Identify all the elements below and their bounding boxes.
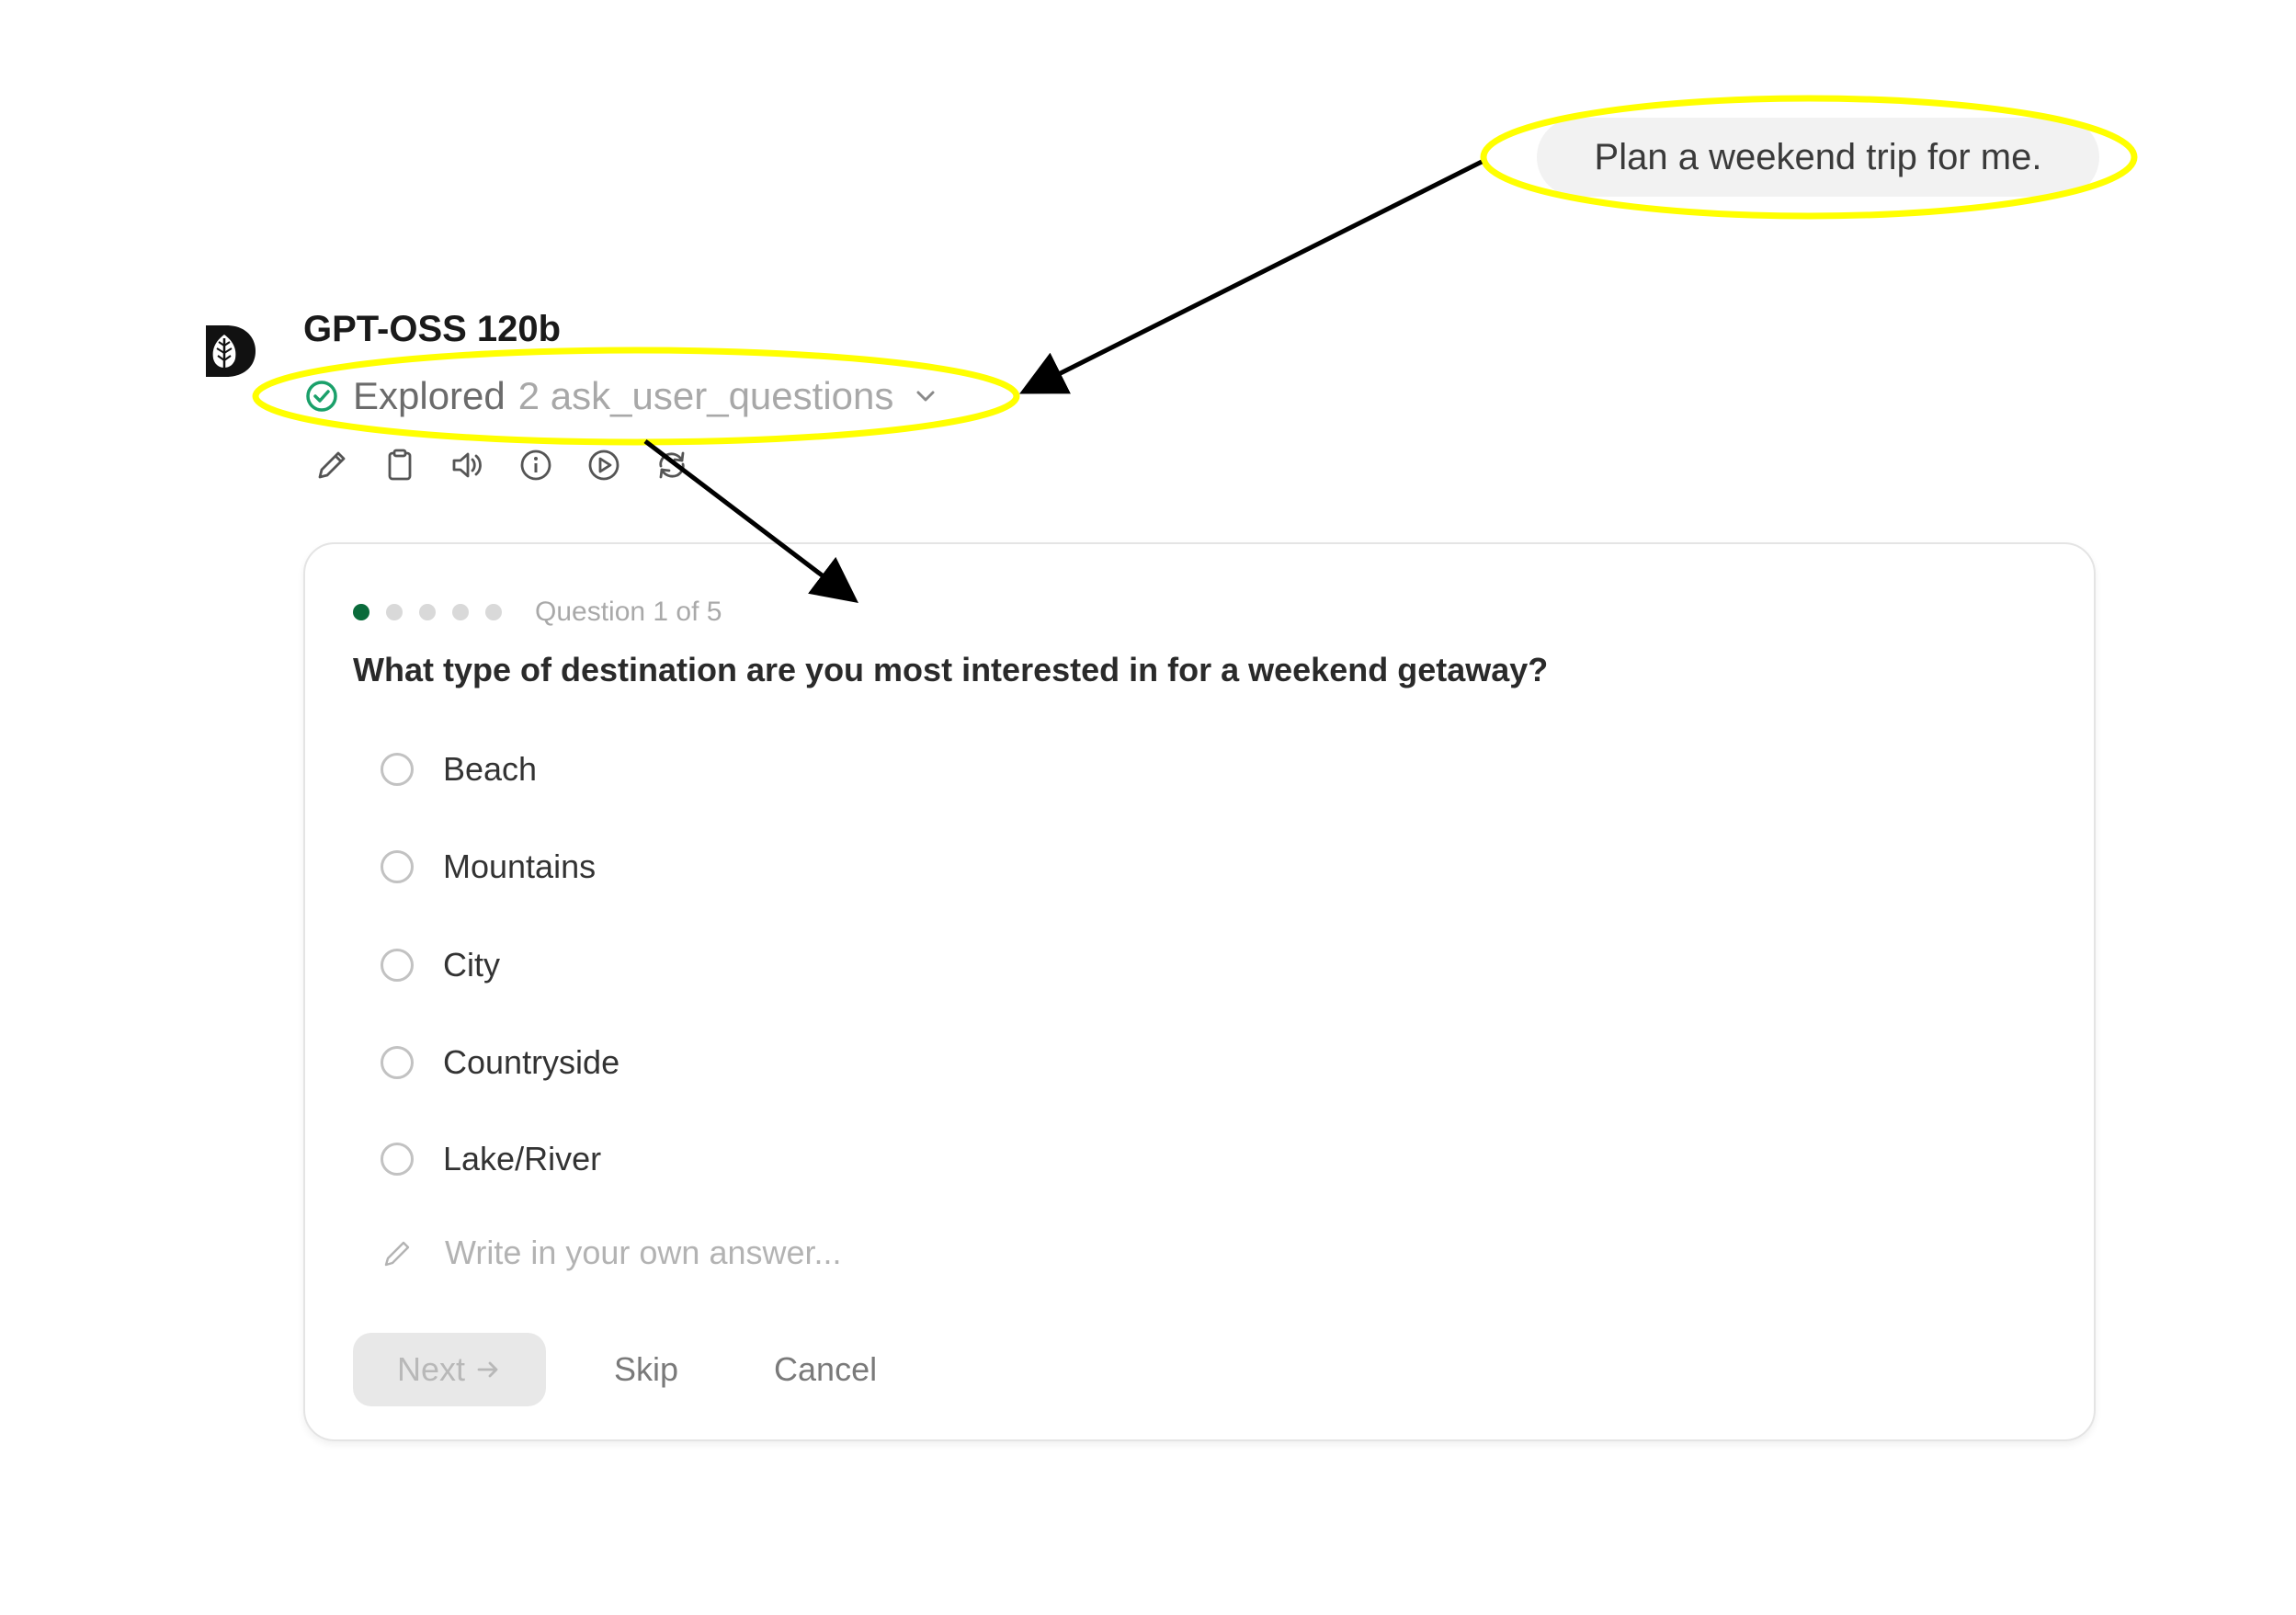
option-label: Countryside xyxy=(443,1043,620,1081)
ask-user-question-card: Question 1 of 5 What type of destination… xyxy=(303,542,2096,1441)
user-message-bubble: Plan a weekend trip for me. xyxy=(1537,118,2099,197)
pencil-icon xyxy=(384,1241,410,1267)
own-answer-input[interactable] xyxy=(445,1234,1272,1272)
option-label: Lake/River xyxy=(443,1140,602,1177)
model-logo-icon xyxy=(204,324,257,379)
explored-detail: 2 ask_user_questions xyxy=(517,374,894,417)
check-circle-icon xyxy=(306,381,337,412)
option-lake-river[interactable]: Lake/River xyxy=(381,1131,601,1188)
question-progress: Question 1 of 5 xyxy=(353,592,722,632)
option-countryside[interactable]: Countryside xyxy=(381,1034,619,1091)
read-aloud-button[interactable] xyxy=(449,446,487,484)
progress-text: Question 1 of 5 xyxy=(535,597,722,627)
radio-button[interactable] xyxy=(381,949,414,982)
next-label: Next xyxy=(396,1350,466,1388)
cancel-button[interactable]: Cancel xyxy=(746,1333,904,1406)
clipboard-icon xyxy=(388,449,412,481)
option-city[interactable]: City xyxy=(381,937,500,994)
explored-label: Explored xyxy=(353,374,506,417)
copy-button[interactable] xyxy=(381,446,419,484)
progress-dot xyxy=(419,604,436,620)
option-label: Beach xyxy=(443,750,538,788)
progress-dot xyxy=(386,604,403,620)
model-name: GPT-OSS 120b xyxy=(303,309,562,349)
arrow-to-explored xyxy=(1019,159,1483,394)
speaker-icon xyxy=(452,452,482,478)
play-icon xyxy=(588,449,619,481)
progress-dot xyxy=(452,604,469,620)
option-label: City xyxy=(443,946,500,984)
radio-button[interactable] xyxy=(381,1046,414,1079)
progress-dot xyxy=(485,604,502,620)
progress-dot-current xyxy=(353,604,369,620)
refresh-icon xyxy=(659,451,685,479)
pencil-icon xyxy=(318,451,346,479)
info-icon xyxy=(520,449,551,481)
edit-button[interactable] xyxy=(313,446,351,484)
play-button[interactable] xyxy=(585,446,623,484)
question-actions: Next Skip Cancel xyxy=(353,1333,904,1406)
option-mountains[interactable]: Mountains xyxy=(381,838,596,895)
next-button[interactable]: Next xyxy=(353,1333,546,1406)
own-answer-row xyxy=(381,1224,1272,1281)
chevron-down-icon xyxy=(916,391,935,402)
explored-toggle[interactable]: Explored 2 ask_user_questions xyxy=(303,368,939,425)
radio-button[interactable] xyxy=(381,753,414,786)
radio-button[interactable] xyxy=(381,850,414,883)
option-label: Mountains xyxy=(443,847,597,885)
info-button[interactable] xyxy=(517,446,555,484)
question-text: What type of destination are you most in… xyxy=(353,651,1549,688)
skip-button[interactable]: Skip xyxy=(586,1333,706,1406)
user-message-text: Plan a weekend trip for me. xyxy=(1594,136,2042,177)
message-toolbar xyxy=(313,446,691,484)
arrow-right-icon xyxy=(477,1361,498,1378)
radio-button[interactable] xyxy=(381,1143,414,1176)
regenerate-button[interactable] xyxy=(653,446,691,484)
option-beach[interactable]: Beach xyxy=(381,741,537,798)
